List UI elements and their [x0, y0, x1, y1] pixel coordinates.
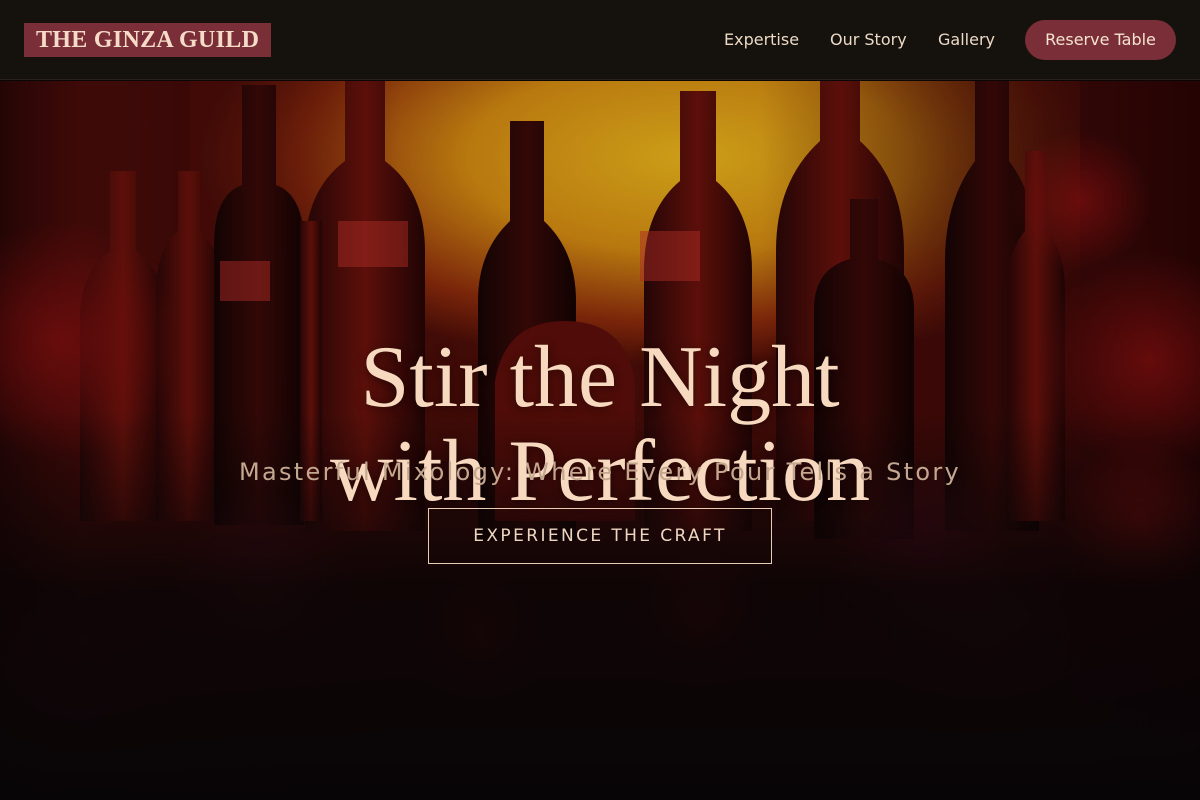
hero-subtitle: Masterful Mixology: Where Every Pour Tel… [238, 458, 962, 486]
nav-link-expertise[interactable]: Expertise [724, 29, 799, 51]
brand-logo[interactable]: THE GINZA GUILD [24, 23, 272, 57]
hero-headline: Stir the Night with Perfection [0, 331, 1200, 519]
nav-link-our-story[interactable]: Our Story [830, 29, 907, 51]
nav-link-gallery[interactable]: Gallery [938, 29, 995, 51]
reserve-table-button[interactable]: Reserve Table [1025, 20, 1176, 60]
hero-section: Stir the Night with Perfection [0, 81, 1200, 800]
experience-the-craft-button[interactable]: EXPERIENCE THE CRAFT [428, 508, 772, 564]
site-header: THE GINZA GUILD Expertise Our Story Gall… [0, 0, 1200, 80]
hero-headline-line-1: Stir the Night [360, 329, 840, 426]
